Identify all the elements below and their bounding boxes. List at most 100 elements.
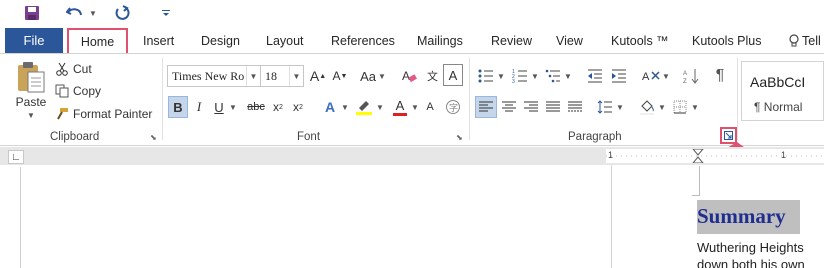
character-shading-icon[interactable]: A	[420, 96, 440, 118]
margin-line	[611, 165, 612, 268]
decrease-indent-icon[interactable]	[585, 66, 605, 86]
shading-dropdown-icon[interactable]: ▼	[657, 96, 667, 118]
vertical-ruler[interactable]	[5, 167, 21, 268]
copy-icon[interactable]	[54, 83, 70, 99]
font-color-dropdown-icon[interactable]: ▼	[410, 96, 420, 118]
italic-button[interactable]: I	[190, 96, 208, 118]
tab-view[interactable]: View	[556, 28, 583, 53]
tab-references[interactable]: References	[331, 28, 395, 53]
group-divider	[469, 58, 470, 140]
tab-home[interactable]: Home	[67, 28, 128, 54]
underline-button[interactable]: U	[210, 96, 228, 118]
show-formatting-icon[interactable]: ¶	[710, 66, 730, 86]
save-icon[interactable]	[22, 2, 42, 24]
margin-corner-mark	[692, 166, 700, 196]
tab-design[interactable]: Design	[201, 28, 240, 53]
tab-review[interactable]: Review	[491, 28, 532, 53]
paste-button[interactable]: Paste	[10, 94, 52, 110]
align-center-button[interactable]	[499, 96, 519, 118]
style-normal-label: ¶ Normal	[754, 100, 803, 114]
justify-button[interactable]	[543, 96, 563, 118]
numbering-dropdown-icon[interactable]: ▼	[530, 66, 540, 86]
paragraph-group-label: Paragraph	[568, 131, 622, 143]
cut-icon[interactable]	[54, 61, 70, 77]
ruler-mark-left: 1	[608, 150, 614, 160]
line-spacing-dropdown-icon[interactable]: ▼	[615, 96, 625, 118]
underline-dropdown-icon[interactable]: ▼	[228, 96, 238, 118]
svg-text:文: 文	[427, 69, 438, 83]
tell-me[interactable]: Tell	[788, 28, 821, 53]
horizontal-ruler[interactable]: 1 1	[606, 149, 824, 163]
phonetic-guide-icon[interactable]: 文	[422, 66, 442, 86]
indent-marker-icon[interactable]	[692, 149, 704, 163]
tab-kutools-plus[interactable]: Kutools Plus	[692, 28, 761, 53]
format-painter-button[interactable]: Format Painter	[73, 106, 152, 122]
align-left-button[interactable]	[475, 96, 497, 118]
tab-kutools[interactable]: Kutools ™	[611, 28, 669, 53]
character-border-icon[interactable]: A	[443, 64, 463, 86]
chinese-layout-dropdown-icon[interactable]: ▼	[661, 66, 671, 86]
multilevel-list-icon[interactable]	[543, 66, 563, 86]
clipboard-launcher-icon[interactable]: ⬊	[150, 133, 159, 142]
subscript-button[interactable]: x2	[269, 96, 287, 118]
format-painter-icon[interactable]	[54, 106, 70, 122]
enclose-characters-icon[interactable]: 字	[443, 96, 463, 118]
font-name-combo[interactable]: Times New Ro ▼	[167, 65, 261, 87]
styles-gallery[interactable]: AaBbCcI ¶ Normal	[741, 61, 824, 121]
tab-insert[interactable]: Insert	[143, 28, 174, 53]
undo-dropdown-icon[interactable]: ▼	[88, 2, 98, 24]
style-sample: AaBbCcI	[750, 74, 806, 90]
chevron-down-icon: ▼	[246, 66, 260, 86]
tab-selector-icon[interactable]: ∟	[8, 150, 24, 164]
change-case-icon[interactable]: Aa ▼	[358, 66, 388, 86]
font-launcher-icon[interactable]: ⬊	[456, 133, 465, 142]
tab-mailings[interactable]: Mailings	[417, 28, 463, 53]
group-divider	[737, 58, 738, 140]
bullets-icon[interactable]	[476, 66, 496, 86]
borders-dropdown-icon[interactable]: ▼	[690, 96, 700, 118]
strikethrough-button[interactable]: abc	[245, 96, 267, 118]
tab-layout[interactable]: Layout	[266, 28, 304, 53]
superscript-button[interactable]: x2	[289, 96, 307, 118]
font-name-value: Times New Ro	[172, 68, 245, 83]
line-spacing-icon[interactable]	[595, 96, 615, 118]
quick-access-toolbar: ▼	[0, 0, 824, 27]
copy-button[interactable]: Copy	[73, 83, 101, 99]
numbering-icon[interactable]: 123	[510, 66, 530, 86]
shading-icon[interactable]	[637, 96, 657, 118]
clear-formatting-icon[interactable]: A	[400, 66, 418, 86]
distributed-button[interactable]	[565, 96, 585, 118]
bullets-dropdown-icon[interactable]: ▼	[496, 66, 506, 86]
text-effects-dropdown-icon[interactable]: ▼	[340, 96, 350, 118]
text-effects-icon[interactable]: A	[320, 96, 340, 118]
font-size-combo[interactable]: 18 ▼	[260, 65, 304, 87]
align-right-button[interactable]	[521, 96, 541, 118]
sort-icon[interactable]: AZ	[681, 66, 701, 86]
customize-qat-icon[interactable]	[160, 2, 172, 24]
paste-dropdown-icon[interactable]: ▼	[25, 110, 37, 120]
svg-text:A: A	[402, 69, 410, 83]
redo-icon[interactable]	[112, 2, 132, 24]
bold-button[interactable]: B	[168, 96, 188, 118]
cut-button[interactable]: Cut	[73, 61, 92, 77]
shrink-font-icon[interactable]: A ▼	[331, 66, 349, 86]
chinese-layout-icon[interactable]: A	[640, 66, 662, 86]
font-color-icon[interactable]: A	[390, 96, 410, 118]
undo-icon[interactable]	[64, 2, 86, 24]
borders-icon[interactable]	[670, 96, 690, 118]
ribbon-tabs: File Home Insert Design Layout Reference…	[0, 28, 824, 54]
paste-icon[interactable]	[14, 60, 48, 94]
multilevel-dropdown-icon[interactable]: ▼	[563, 66, 573, 86]
highlight-dropdown-icon[interactable]: ▼	[375, 96, 385, 118]
document-heading[interactable]: Summary	[697, 200, 800, 234]
group-divider	[162, 58, 163, 140]
highlight-color-icon[interactable]	[353, 96, 375, 118]
tab-file[interactable]: File	[5, 28, 63, 53]
increase-indent-icon[interactable]	[609, 66, 629, 86]
font-size-value: 18	[265, 68, 277, 83]
tell-me-label: Tell	[802, 33, 821, 48]
ruler-mark-right: 1	[781, 150, 787, 160]
document-body-line[interactable]: Wuthering Heights	[697, 240, 804, 255]
document-body-line[interactable]: down both his own	[697, 258, 805, 268]
grow-font-icon[interactable]: A ▲	[309, 66, 327, 86]
